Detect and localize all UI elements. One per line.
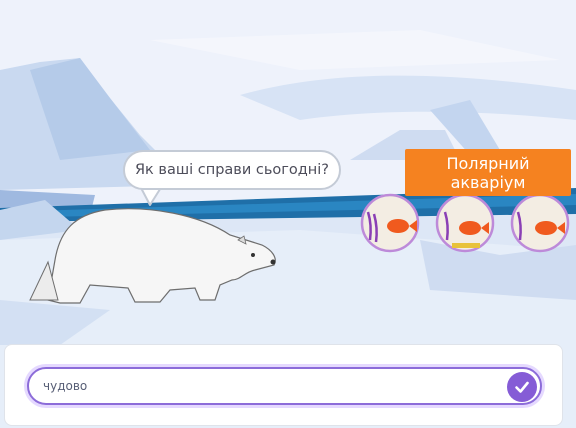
fishbowl (435, 193, 495, 253)
submit-answer-button[interactable] (507, 372, 537, 402)
speech-bubble: Як ваші справи сьогодні? (123, 150, 341, 190)
answer-field-container (27, 367, 542, 405)
fishbowl (510, 193, 570, 253)
stage: Як ваші справи сьогодні? Полярний акварі… (0, 0, 576, 428)
aquarium-sign: Полярний акваріум (405, 149, 571, 196)
answer-input[interactable] (43, 375, 483, 397)
checkmark-icon (515, 381, 529, 393)
speech-bubble-text: Як ваші справи сьогодні? (134, 162, 329, 178)
fishbowl (360, 193, 420, 253)
sign-line-1: Полярний (446, 153, 530, 173)
sign-line-2: акваріум (450, 172, 526, 192)
ask-answer-panel (4, 344, 563, 426)
